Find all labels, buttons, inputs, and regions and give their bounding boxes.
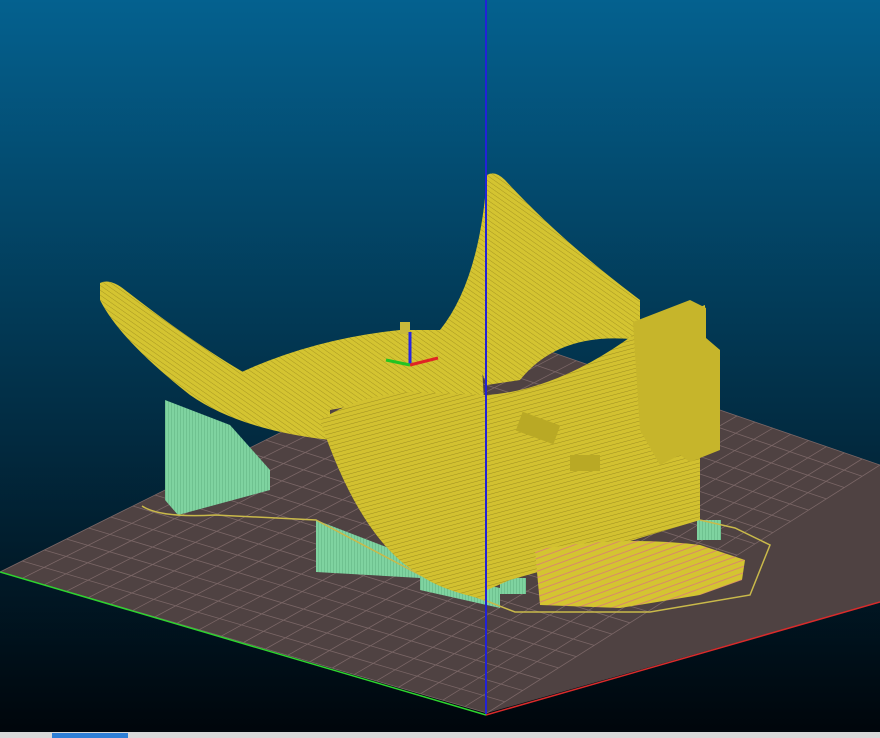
- horizontal-scrollbar[interactable]: [0, 732, 880, 738]
- scrollbar-thumb[interactable]: [52, 733, 128, 738]
- 3d-preview-window: [0, 0, 880, 738]
- 3d-viewport[interactable]: [0, 0, 880, 738]
